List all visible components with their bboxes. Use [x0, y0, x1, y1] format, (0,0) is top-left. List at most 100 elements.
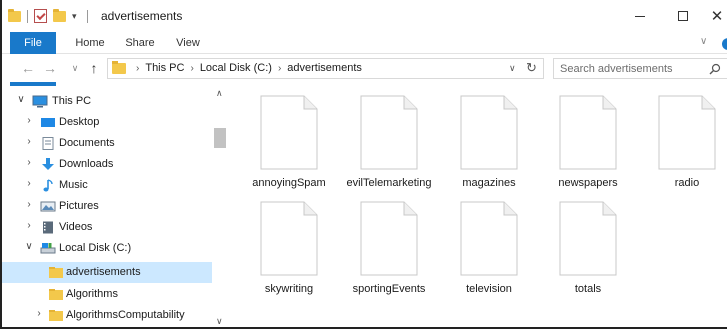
expanded-chevron-icon[interactable]: ∨ [16, 94, 26, 105]
document-icon [559, 201, 617, 276]
tree-label: Desktop [59, 116, 100, 128]
collapsed-chevron-icon[interactable]: › [24, 220, 34, 231]
refresh-icon[interactable]: ↻ [526, 60, 537, 76]
tree-label: AlgorithmsComputability [66, 309, 185, 321]
close-icon: ✕ [710, 7, 724, 25]
tab-share[interactable]: Share [120, 32, 160, 54]
forward-arrow-icon[interactable]: → [42, 59, 58, 77]
folder-icon [49, 267, 63, 278]
address-history-chevron-icon[interactable]: ∨ [509, 63, 516, 74]
ribbon-tabs: File Home Share View ∨ [2, 32, 727, 136]
tree-item-documents[interactable]: › Documents [2, 133, 212, 154]
drive-icon [40, 243, 56, 254]
file-item[interactable]: television [429, 192, 525, 296]
navigation-bar: ← → ∨ ↑ › This PC › Local Disk (C:) › ad… [2, 54, 727, 82]
scrollbar-thumb[interactable] [214, 128, 226, 148]
search-icon[interactable] [709, 63, 721, 75]
tree-label: Videos [59, 221, 93, 233]
tree-item-algorithms[interactable]: Algorithms [2, 284, 212, 305]
tree-label: Local Disk (C:) [59, 242, 132, 254]
collapsed-chevron-icon[interactable]: › [24, 136, 34, 147]
breadcrumb-chevron-icon[interactable]: › [278, 63, 281, 74]
file-list: annoyingSpam evilTelemarketing magazines… [229, 86, 727, 327]
tree-label: Documents [59, 137, 115, 149]
file-item[interactable]: evilTelemarketing [329, 86, 431, 190]
tree-item-advertisements[interactable]: advertisements [2, 262, 212, 283]
minimize-button[interactable] [617, 0, 663, 32]
tree-item-algorithms-computability[interactable]: › AlgorithmsComputability [2, 305, 212, 326]
file-item[interactable]: sportingEvents [329, 192, 425, 296]
tree-label: Algorithms [66, 288, 118, 300]
tree-item-desktop[interactable]: › Desktop [2, 112, 212, 133]
toolbar-separator [27, 9, 28, 23]
tree-label: advertisements [66, 266, 141, 278]
recent-locations-chevron-icon[interactable]: ∨ [69, 59, 81, 77]
tree-item-local-disk[interactable]: ∨ Local Disk (C:) [2, 238, 212, 259]
search-input[interactable]: Search advertisements [553, 58, 727, 79]
tree-item-this-pc[interactable]: ∨ This PC [2, 91, 212, 112]
tree-item-videos[interactable]: › Videos [2, 217, 212, 238]
tree-item-music[interactable]: › Music [2, 175, 212, 196]
file-item[interactable]: radio [627, 86, 723, 190]
search-placeholder: Search advertisements [560, 63, 673, 75]
breadcrumb-advertisements[interactable]: advertisements [287, 62, 362, 74]
collapsed-chevron-icon[interactable]: › [24, 157, 34, 168]
expanded-chevron-icon[interactable]: ∨ [24, 241, 34, 252]
tree-label: Pictures [59, 200, 99, 212]
help-icon[interactable] [722, 38, 727, 50]
file-name: radio [674, 177, 700, 189]
pc-icon [32, 95, 48, 108]
document-icon [260, 201, 318, 276]
collapsed-chevron-icon[interactable]: › [24, 199, 34, 210]
document-icon [658, 95, 716, 170]
window-title: advertisements [101, 9, 183, 23]
navigation-pane: ∨ This PC › Desktop › Documents › Downlo… [2, 86, 228, 327]
new-folder-icon[interactable] [53, 8, 66, 22]
tab-view[interactable]: View [168, 32, 208, 54]
expand-ribbon-chevron-icon[interactable]: ∨ [700, 36, 707, 47]
tree-label: This PC [52, 95, 92, 107]
documents-icon [42, 137, 54, 150]
document-icon [360, 201, 418, 276]
folder-icon [49, 289, 63, 300]
breadcrumb-chevron-icon[interactable]: › [190, 63, 193, 74]
collapsed-chevron-icon[interactable]: › [24, 178, 34, 189]
file-item[interactable]: magazines [429, 86, 525, 190]
file-item[interactable]: annoyingSpam [229, 86, 326, 190]
scroll-down-chevron-icon[interactable]: ∨ [216, 316, 223, 327]
collapsed-chevron-icon[interactable]: › [34, 308, 44, 319]
folder-icon[interactable] [8, 8, 21, 22]
tree-label: Music [59, 179, 88, 191]
document-icon [360, 95, 418, 170]
properties-icon[interactable] [34, 9, 47, 23]
back-arrow-icon[interactable]: ← [20, 59, 36, 77]
breadcrumb-local-disk[interactable]: Local Disk (C:) [200, 62, 272, 74]
maximize-icon [678, 11, 688, 21]
collapsed-chevron-icon[interactable]: › [24, 115, 34, 126]
close-button[interactable]: ✕ [697, 0, 727, 32]
breadcrumb-chevron-icon[interactable]: › [136, 63, 139, 74]
document-icon [260, 95, 318, 170]
address-bar[interactable]: › This PC › Local Disk (C:) › advertisem… [107, 58, 544, 79]
desktop-icon [41, 118, 55, 127]
tree-label: Downloads [59, 158, 114, 170]
up-arrow-icon[interactable]: ↑ [86, 59, 102, 77]
toolbar-separator [87, 9, 88, 23]
document-icon [460, 95, 518, 170]
file-item[interactable]: totals [528, 192, 624, 296]
customize-toolbar-dropdown-icon[interactable]: ▾ [72, 10, 81, 22]
folder-icon [112, 61, 126, 74]
breadcrumb-this-pc[interactable]: This PC [145, 62, 184, 74]
minimize-icon [635, 15, 645, 17]
tree-item-downloads[interactable]: › Downloads [2, 154, 212, 175]
title-bar: ▾ advertisements ✕ [2, 0, 727, 32]
folder-icon [49, 310, 63, 321]
tab-home[interactable]: Home [70, 32, 110, 54]
document-icon [559, 95, 617, 170]
tree-item-pictures[interactable]: › Pictures [2, 196, 212, 217]
file-item[interactable]: skywriting [229, 192, 325, 296]
file-item[interactable]: newspapers [528, 86, 624, 190]
music-icon [43, 179, 53, 192]
scroll-up-chevron-icon[interactable]: ∧ [216, 88, 223, 99]
videos-icon [43, 221, 53, 234]
